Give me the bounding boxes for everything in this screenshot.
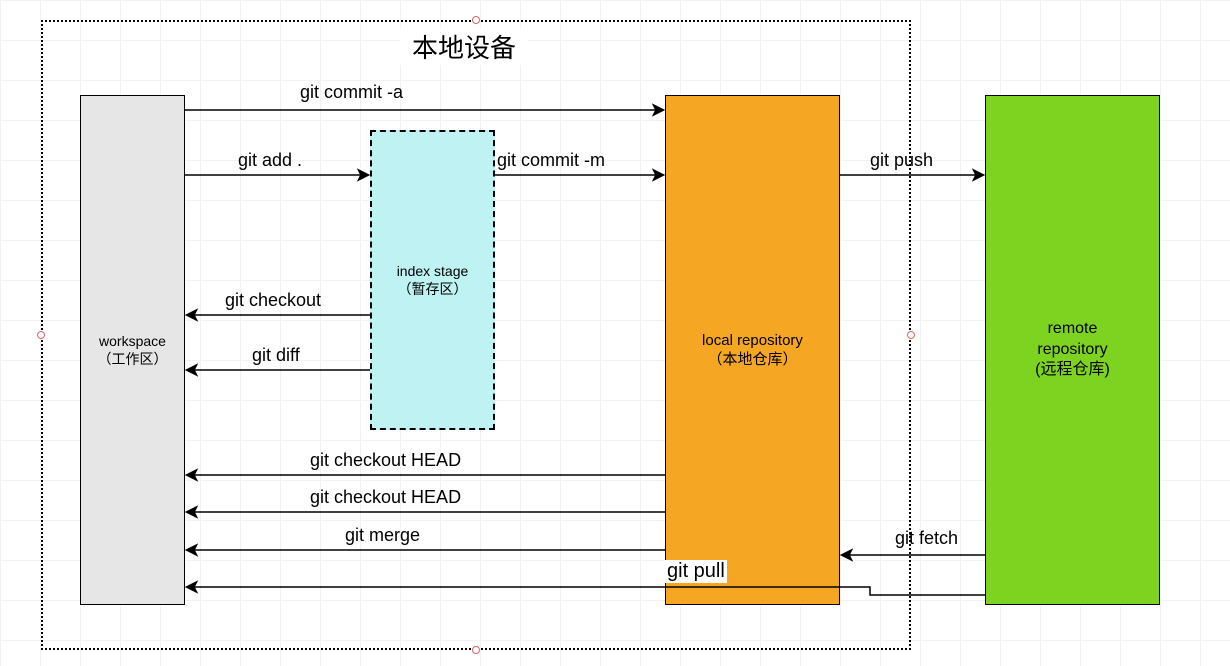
label-add: git add .: [238, 150, 302, 171]
label-commit-m: git commit -m: [497, 150, 605, 171]
label-chk-head1: git checkout HEAD: [310, 450, 461, 471]
arrow-pull: [187, 587, 985, 595]
label-fetch: git fetch: [895, 528, 958, 549]
label-diff: git diff: [252, 345, 300, 366]
label-merge: git merge: [345, 525, 420, 546]
arrows-layer: [0, 0, 1230, 666]
label-push: git push: [870, 150, 933, 171]
label-chk-head2: git checkout HEAD: [310, 487, 461, 508]
label-commit-a: git commit -a: [300, 82, 403, 103]
label-pull: git pull: [665, 560, 727, 583]
label-checkout: git checkout: [225, 290, 321, 311]
